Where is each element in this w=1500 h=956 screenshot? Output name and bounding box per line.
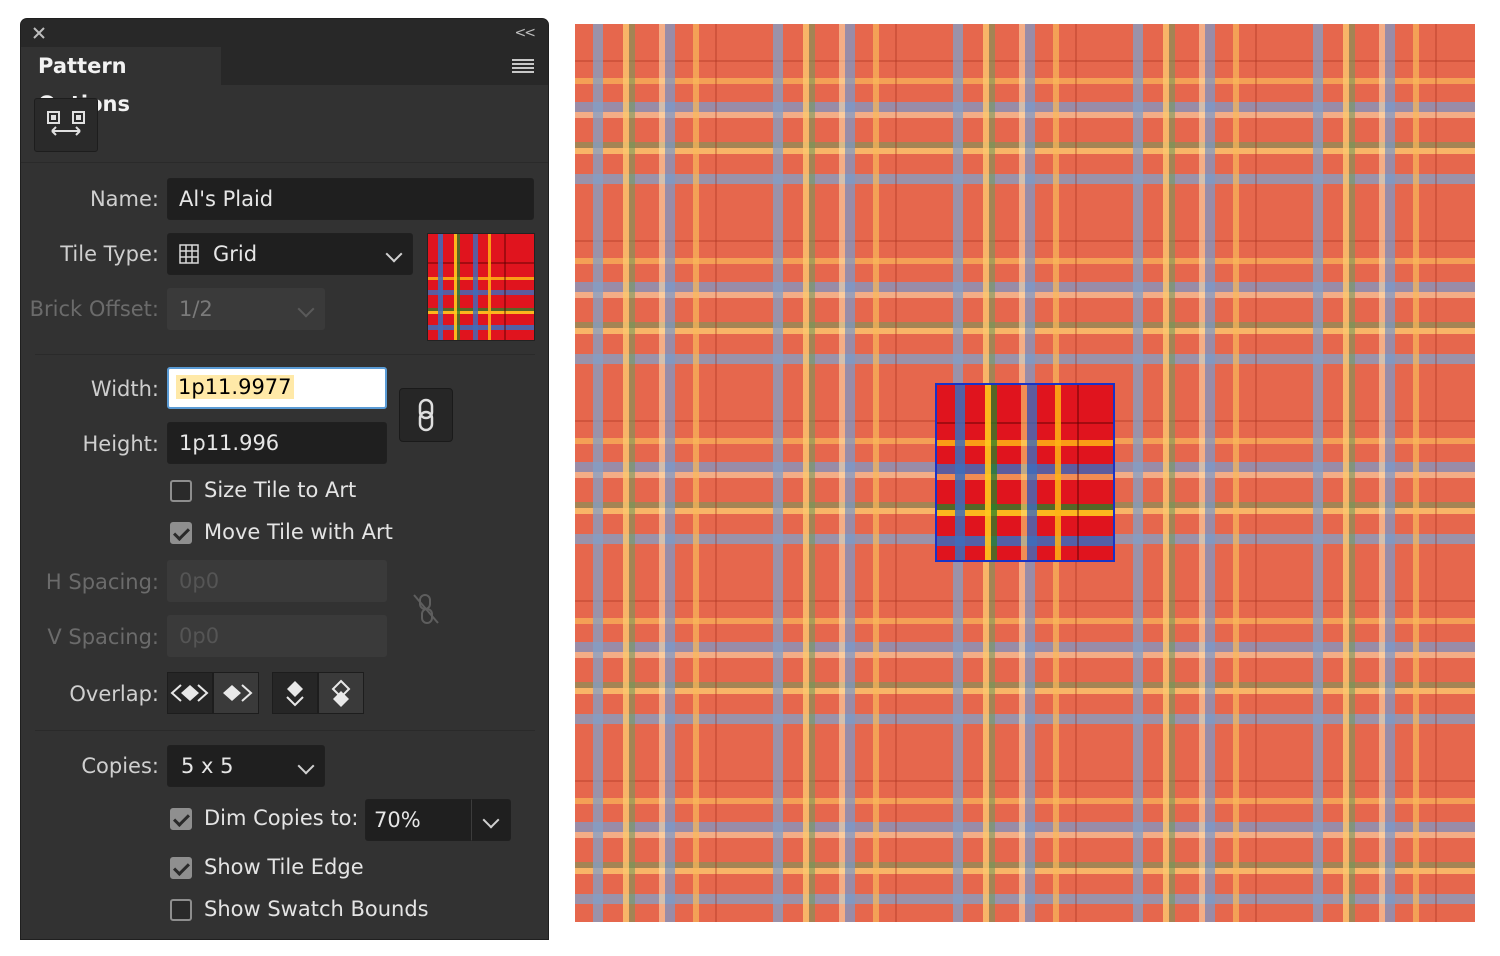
- copies-dropdown[interactable]: 5 x 5: [167, 745, 325, 787]
- show-swatch-bounds-label[interactable]: Show Swatch Bounds: [204, 897, 429, 921]
- chevron-down-icon: [482, 811, 500, 829]
- pattern-tile-art: [937, 385, 1113, 560]
- copies-value: 5 x 5: [181, 754, 234, 778]
- overlap-top-front-icon: [286, 681, 304, 707]
- dim-copies-field[interactable]: 70%: [365, 799, 473, 841]
- pattern-swatch-preview[interactable]: [427, 233, 535, 341]
- close-icon[interactable]: [31, 25, 47, 41]
- height-field[interactable]: 1p11.996: [167, 422, 387, 464]
- chevron-down-icon: [385, 245, 403, 263]
- move-tile-with-art-label[interactable]: Move Tile with Art: [204, 520, 393, 544]
- name-label: Name:: [89, 187, 159, 211]
- overlap-left-front-icon: [170, 684, 209, 702]
- h-spacing-label: H Spacing:: [45, 570, 159, 594]
- copies-label: Copies:: [81, 754, 159, 778]
- brick-offset-label: Brick Offset:: [29, 297, 159, 321]
- overlap-bottom-in-front-button[interactable]: [318, 672, 364, 714]
- overlap-left-in-front-button[interactable]: [167, 672, 213, 714]
- dim-copies-checkbox[interactable]: [170, 808, 192, 830]
- size-tile-to-art-checkbox[interactable]: [170, 480, 192, 502]
- brick-offset-value: 1/2: [179, 297, 213, 321]
- overlap-right-front-icon: [223, 684, 253, 702]
- overlap-bottom-front-icon: [331, 679, 351, 707]
- h-spacing-field[interactable]: 0p0: [167, 560, 387, 602]
- size-tile-to-art-label[interactable]: Size Tile to Art: [204, 478, 356, 502]
- panel-titlebar: <<: [21, 19, 548, 47]
- width-field[interactable]: 1p11.9977: [167, 367, 387, 409]
- overlap-right-in-front-button[interactable]: [213, 672, 259, 714]
- show-tile-edge-label[interactable]: Show Tile Edge: [204, 855, 364, 879]
- pattern-editing-canvas[interactable]: [575, 24, 1475, 922]
- pattern-tile-tool-button[interactable]: [34, 98, 98, 152]
- dim-copies-dropdown-button[interactable]: [471, 799, 511, 841]
- panel-menu-icon[interactable]: [512, 59, 534, 73]
- width-label: Width:: [90, 377, 159, 401]
- chevron-down-icon: [297, 757, 315, 775]
- overlap-label: Overlap:: [69, 682, 159, 706]
- move-tile-with-art-checkbox[interactable]: [170, 522, 192, 544]
- panel-title[interactable]: Pattern Options: [21, 47, 221, 116]
- swatch-preview-plaid: [428, 234, 534, 340]
- panel-tab-row: Pattern Options: [21, 47, 548, 116]
- overlap-top-in-front-button[interactable]: [272, 672, 318, 714]
- broken-link-icon[interactable]: [411, 591, 441, 627]
- name-field[interactable]: Al's Plaid: [167, 178, 534, 220]
- pattern-options-panel: << Pattern Options Name: Al's Plaid Tile…: [21, 19, 548, 939]
- divider: [21, 162, 548, 163]
- v-spacing-field[interactable]: 0p0: [167, 615, 387, 657]
- divider: [35, 730, 535, 731]
- show-swatch-bounds-checkbox[interactable]: [170, 899, 192, 921]
- grid-icon: [179, 244, 199, 264]
- tile-type-dropdown[interactable]: Grid: [167, 233, 413, 275]
- divider: [35, 354, 535, 355]
- link-proportions-button[interactable]: [399, 388, 453, 442]
- show-tile-edge-checkbox[interactable]: [170, 857, 192, 879]
- width-value: 1p11.9977: [176, 375, 294, 399]
- dim-copies-label[interactable]: Dim Copies to:: [204, 806, 359, 830]
- double-chevron-left-icon[interactable]: <<: [515, 25, 537, 41]
- chevron-down-icon: [297, 300, 315, 318]
- chain-link-icon: [418, 398, 434, 432]
- pattern-tile-tool-icon: [47, 111, 85, 136]
- tile-type-label: Tile Type:: [60, 242, 159, 266]
- v-spacing-label: V Spacing:: [47, 625, 159, 649]
- pattern-tile[interactable]: [935, 383, 1115, 562]
- height-label: Height:: [82, 432, 160, 456]
- tile-type-value: Grid: [213, 242, 258, 266]
- brick-offset-dropdown[interactable]: 1/2: [167, 288, 325, 330]
